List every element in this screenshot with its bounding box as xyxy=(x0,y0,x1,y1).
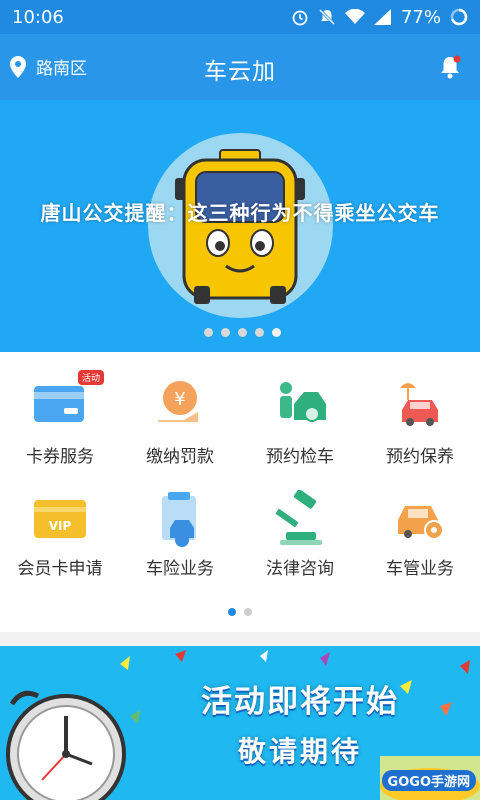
banner-carousel[interactable]: 唐山公交提醒：这三种行为不得乘坐公交车 xyxy=(0,100,480,352)
promo-headline: 活动即将开始 xyxy=(201,684,399,720)
app-title: 车云加 xyxy=(204,59,276,85)
grid-page-dot[interactable] xyxy=(228,608,236,616)
service-label: 缴纳罚款 xyxy=(146,447,214,467)
service-car-maintenance[interactable]: 预约保养 xyxy=(360,352,480,472)
watermark-logo: GOGO手游网 xyxy=(381,770,476,791)
battery-icon xyxy=(450,8,468,26)
banner-dot xyxy=(255,328,264,337)
banner-headline: 唐山公交提醒：这三种行为不得乘坐公交车 xyxy=(40,201,440,225)
bus-illustration-icon xyxy=(175,149,305,304)
service-grid: 活动 卡券服务 ¥ 缴纳罚款 预约检车 预约保养 VIP 会员卡申请 车险业务 … xyxy=(0,352,480,632)
promo-banner[interactable]: 活动即将开始 敬请期待 GOGO手游网 xyxy=(0,646,480,800)
service-card-coupon[interactable]: 活动 卡券服务 xyxy=(0,352,120,472)
service-vip-card[interactable]: VIP 会员卡申请 xyxy=(0,472,120,592)
promo-badge: 活动 xyxy=(78,370,105,385)
vehicle-admin-icon xyxy=(398,506,444,540)
banner-indicator xyxy=(204,328,281,337)
mute-icon xyxy=(318,8,336,26)
status-icons: 77% xyxy=(291,7,468,28)
service-fine-payment[interactable]: ¥ 缴纳罚款 xyxy=(120,352,240,472)
service-label: 车险业务 xyxy=(146,559,214,579)
banner-dot xyxy=(221,328,230,337)
notification-button[interactable] xyxy=(436,53,464,81)
clock-illustration-icon xyxy=(6,690,126,800)
promo-subline: 敬请期待 xyxy=(237,735,362,768)
svg-text:VIP: VIP xyxy=(49,519,72,533)
wifi-icon xyxy=(344,9,365,24)
service-car-inspection[interactable]: 预约检车 xyxy=(240,352,360,472)
service-label: 车管业务 xyxy=(386,559,454,579)
service-vehicle-admin[interactable]: 车管业务 xyxy=(360,472,480,592)
grid-page-indicator xyxy=(228,608,252,616)
fine-payment-icon: ¥ xyxy=(158,381,198,422)
app-bar: 路南区 车云加 xyxy=(0,34,480,100)
legal-gavel-icon xyxy=(275,490,322,545)
banner-dot xyxy=(238,328,247,337)
banner-dot xyxy=(272,328,281,337)
battery-percent: 77% xyxy=(400,6,441,28)
grid-page-dot[interactable] xyxy=(244,608,252,616)
car-insurance-icon xyxy=(162,492,196,547)
signal-icon xyxy=(373,9,391,25)
service-label: 预约检车 xyxy=(266,447,334,467)
car-inspection-icon xyxy=(280,382,326,422)
banner-dot xyxy=(204,328,213,337)
service-label: 预约保养 xyxy=(386,447,454,467)
status-time: 10:06 xyxy=(12,6,64,28)
bell-icon xyxy=(441,55,461,79)
car-maintenance-icon xyxy=(400,383,438,426)
service-legal-consult[interactable]: 法律咨询 xyxy=(240,472,360,592)
vip-card-icon: VIP xyxy=(34,500,86,538)
alarm-icon xyxy=(292,10,308,26)
status-bar: 10:06 77% xyxy=(0,0,480,34)
service-label: 会员卡申请 xyxy=(17,559,103,579)
svg-text:¥: ¥ xyxy=(174,389,185,410)
service-label: 法律咨询 xyxy=(266,559,334,579)
service-car-insurance[interactable]: 车险业务 xyxy=(120,472,240,592)
service-label: 卡券服务 xyxy=(26,447,94,467)
